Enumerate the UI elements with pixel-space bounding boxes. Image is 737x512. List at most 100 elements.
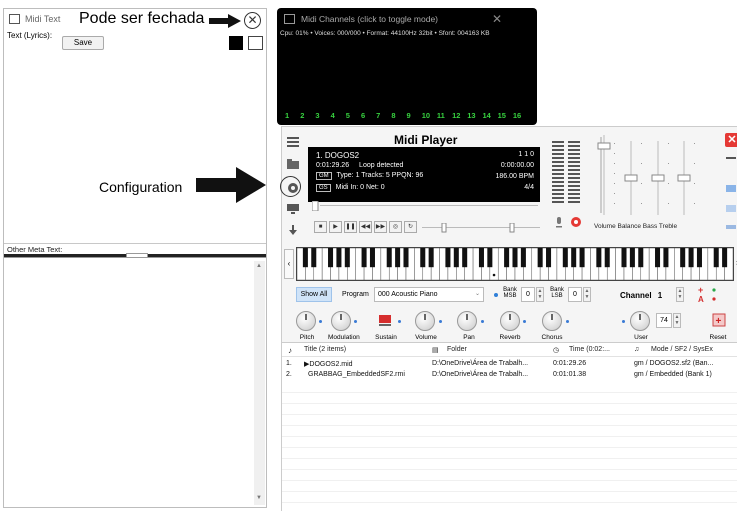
column-title[interactable]: Title (2 items) — [304, 346, 346, 353]
black-key — [621, 248, 627, 268]
channel-number[interactable]: 6 — [361, 111, 376, 120]
midi-in-info: GS Midi In: 0 Net: 0 — [316, 184, 385, 192]
channel-number[interactable]: 1 — [285, 111, 300, 120]
channel-number[interactable]: 11 — [437, 111, 452, 120]
column-time[interactable]: Time (0:02:... — [569, 346, 610, 353]
channel-number[interactable]: 16 — [513, 111, 528, 120]
indicator-dot — [439, 320, 442, 323]
bank-lsb-value[interactable]: 0 — [568, 287, 582, 302]
channel-number[interactable]: 3 — [315, 111, 330, 120]
close-button[interactable]: ✕ — [725, 133, 737, 147]
channel-stepper[interactable]: ▲ ▼ — [676, 287, 684, 302]
channel-number[interactable]: 8 — [391, 111, 406, 120]
column-folder[interactable]: Folder — [447, 346, 467, 353]
tempo-slider[interactable] — [422, 223, 540, 233]
play-button[interactable]: ▶ — [329, 221, 342, 233]
midi-text-titlebar[interactable]: Midi Text Pode ser fechada ✕ — [4, 9, 266, 29]
tone-sliders[interactable] — [594, 133, 712, 218]
channel-text: Channel — [620, 291, 652, 300]
piano-scroll-left[interactable]: ‹ — [284, 249, 294, 279]
channel-number[interactable]: 2 — [300, 111, 315, 120]
scroll-up-icon[interactable]: ▲ — [256, 263, 262, 269]
folder-icon[interactable] — [287, 159, 299, 169]
user-label: User — [634, 334, 648, 341]
close-button[interactable]: ✕ — [244, 12, 261, 29]
reverb-knob[interactable] — [500, 311, 520, 331]
stop-button[interactable]: ■ — [314, 221, 327, 233]
channel-number[interactable]: 12 — [452, 111, 467, 120]
row-divider — [282, 502, 737, 503]
show-all-button[interactable]: Show All — [296, 287, 332, 302]
user-stepper[interactable]: ▲ ▼ — [673, 313, 681, 328]
column-mode[interactable]: Mode / SF2 / SysEx — [651, 346, 713, 353]
add-remove-icons[interactable]: + A — [696, 285, 724, 303]
table-row[interactable]: 2. GRABBAG_EmbeddedSF2.rmi D:\OneDrive\Á… — [282, 370, 737, 381]
piano-keyboard[interactable]: ‹ › — [284, 247, 737, 281]
channel-number[interactable]: 15 — [498, 111, 513, 120]
arrow-down-icon[interactable] — [287, 225, 299, 235]
vertical-scrollbar[interactable] — [254, 261, 265, 505]
row-divider — [282, 491, 737, 492]
panel-icon — [726, 185, 736, 192]
next-button[interactable]: ▶▶ — [374, 221, 387, 233]
previous-button[interactable]: ◀◀ — [359, 221, 372, 233]
chart-icon — [726, 205, 736, 212]
channel-number[interactable]: 14 — [482, 111, 497, 120]
midi-in: Midi In: 0 Net: 0 — [335, 184, 385, 191]
song-name: 1. DOGOS2 — [316, 151, 360, 160]
pitch-knob[interactable] — [296, 311, 316, 331]
channel-value: 1 — [657, 291, 663, 300]
arrow-right-icon — [209, 14, 241, 28]
clock-icon: ◷ — [553, 347, 560, 354]
reset-icon[interactable]: + — [712, 313, 726, 327]
save-button[interactable]: Save — [62, 36, 104, 50]
black-key — [336, 248, 342, 268]
row-divider — [282, 414, 737, 415]
channel-number[interactable]: 10 — [422, 111, 437, 120]
side-toolbar[interactable] — [723, 157, 737, 257]
scroll-down-icon[interactable]: ▼ — [256, 495, 262, 501]
user-knob[interactable] — [630, 311, 650, 331]
close-button[interactable]: ✕ — [492, 12, 502, 26]
bank-msb-stepper[interactable]: ▲ ▼ — [536, 287, 544, 302]
progress-slider[interactable] — [312, 201, 540, 211]
pan-knob[interactable] — [457, 311, 477, 331]
gm-badge: GM — [316, 172, 332, 180]
sustain-toggle[interactable] — [378, 313, 392, 327]
window-title: Midi Channels (click to toggle mode) — [301, 14, 439, 24]
volume-knob[interactable] — [415, 311, 435, 331]
channel-number[interactable]: 9 — [407, 111, 422, 120]
row-time: 0:01:01.38 — [553, 371, 587, 378]
channel-number[interactable]: 13 — [467, 111, 482, 120]
channel-numbers: 1 2 3 4 5 6 7 8 9 10 11 12 13 14 15 16 — [285, 111, 528, 120]
channel-number[interactable]: 5 — [346, 111, 361, 120]
black-key — [344, 248, 350, 268]
channel-number[interactable]: 4 — [331, 111, 346, 120]
midi-channels-window[interactable]: Midi Channels (click to toggle mode) ✕ C… — [277, 8, 537, 125]
piano-keys[interactable] — [296, 247, 734, 281]
user-value[interactable]: 74 — [656, 313, 672, 328]
row-title: ▶DOGOS2.mid — [304, 361, 353, 368]
folder-icon: ▤ — [432, 347, 439, 354]
program-select[interactable]: 000 Acoustic Piano ⌄ — [374, 287, 484, 302]
menu-icon[interactable] — [287, 137, 299, 147]
loop-button[interactable]: ↻ — [404, 221, 417, 233]
bank-lsb-stepper[interactable]: ▲ ▼ — [583, 287, 591, 302]
tone-slider-labels: Volume Balance Bass Treble — [594, 223, 678, 230]
black-key — [420, 248, 426, 268]
row-divider — [282, 425, 737, 426]
table-row[interactable]: 1. ▶DOGOS2.mid D:\OneDrive\Área de Traba… — [282, 359, 737, 370]
channel-number[interactable]: 7 — [376, 111, 391, 120]
pause-button[interactable]: ❚❚ — [344, 221, 357, 233]
background-color-swatch[interactable] — [248, 36, 263, 50]
gs-badge: GS — [316, 184, 331, 192]
chorus-knob[interactable] — [542, 311, 562, 331]
svg-text:+: + — [716, 316, 722, 327]
other-meta-text-area[interactable] — [4, 257, 266, 507]
monitor-icon[interactable] — [287, 204, 299, 214]
text-color-swatch[interactable] — [229, 36, 243, 50]
volume-label: Volume — [415, 334, 437, 341]
bank-msb-value[interactable]: 0 — [521, 287, 535, 302]
modulation-knob[interactable] — [331, 311, 351, 331]
record-button[interactable]: ◎ — [389, 221, 402, 233]
